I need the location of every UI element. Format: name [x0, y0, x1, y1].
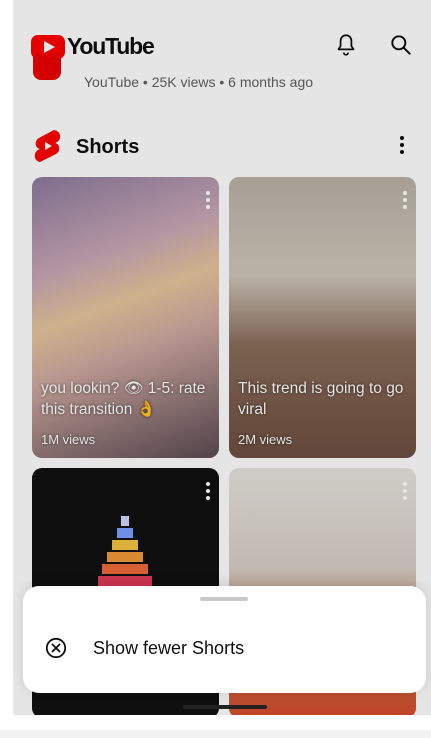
show-fewer-shorts-option[interactable]: Show fewer Shorts — [23, 620, 426, 676]
home-indicator[interactable] — [183, 705, 267, 709]
close-circle-icon — [45, 637, 67, 659]
drag-handle[interactable] — [200, 597, 248, 601]
bottom-sheet: Show fewer Shorts — [23, 586, 426, 693]
system-bottom-strip — [0, 730, 431, 738]
app-screen: YouTube YouTube • 25K views • 6 months a… — [13, 0, 431, 715]
option-label: Show fewer Shorts — [93, 638, 245, 658]
